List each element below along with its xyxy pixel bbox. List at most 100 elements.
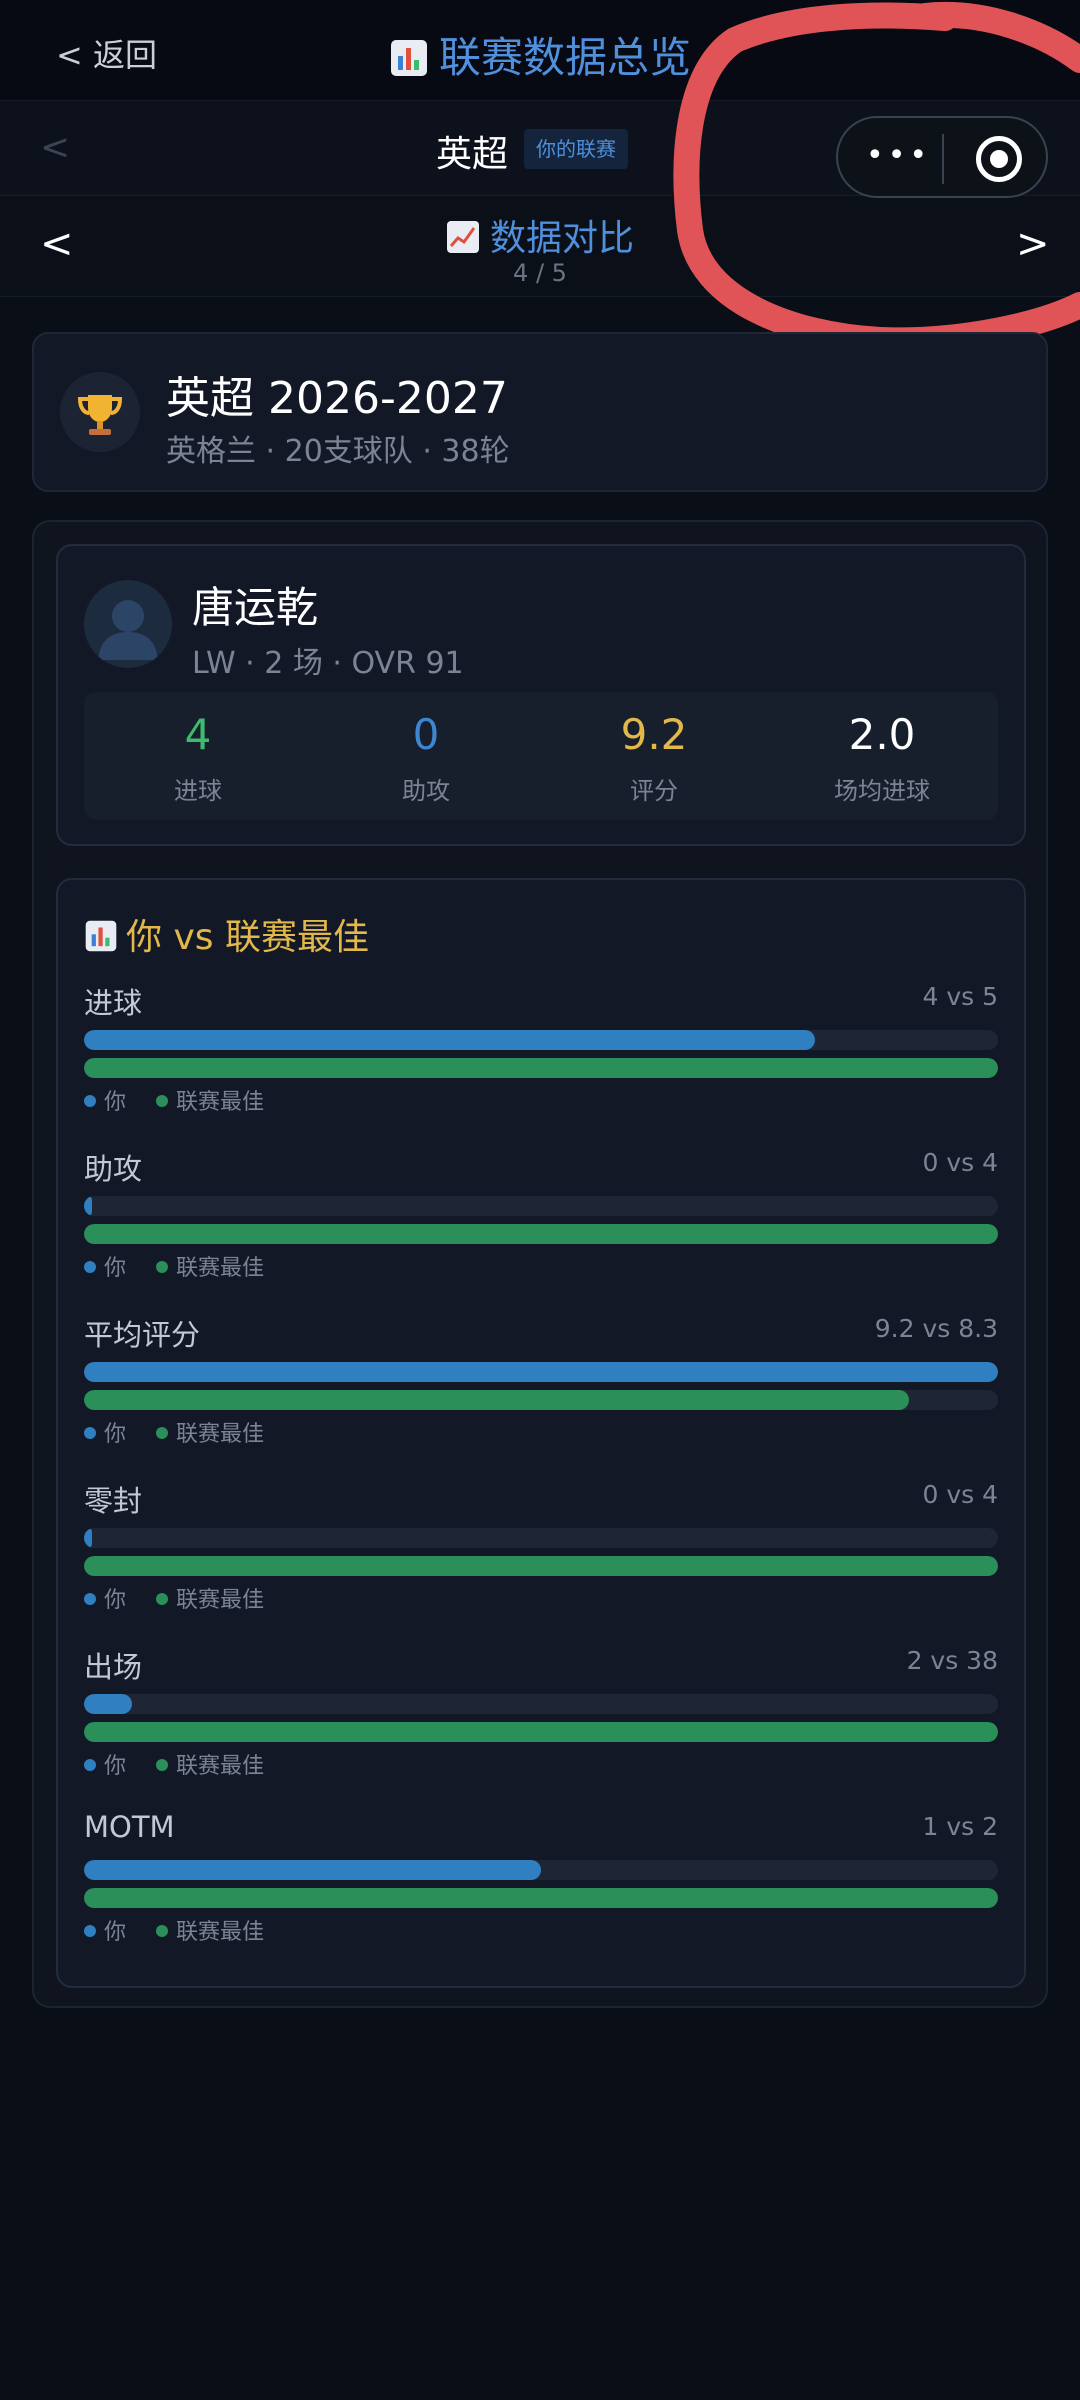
player-stats: 4 进球 0 助攻 9.2 评分 2.0 场均进球 [84, 692, 998, 820]
legend-you-text: 你 [104, 1588, 127, 1613]
legend-you-dot [84, 1593, 96, 1605]
best-bar-track [84, 1556, 998, 1576]
legend-best-dot [156, 1593, 169, 1605]
page-title: 联赛数据总览 [0, 24, 1080, 88]
metric-legend: 你 联赛最佳 [84, 1748, 294, 1780]
stat-assists: 0 助攻 [312, 710, 540, 806]
legend-best-dot [156, 1427, 169, 1439]
trend-chart-icon [446, 220, 480, 263]
you-bar-track [84, 1196, 998, 1216]
metric-label: 出场 [84, 1650, 143, 1684]
legend-you: 你 [84, 1416, 126, 1448]
stat-label: 助攻 [402, 777, 450, 805]
best-bar-track [84, 1722, 998, 1742]
legend-best: 联赛最佳 [156, 1250, 264, 1282]
legend-best-text: 联赛最佳 [176, 1920, 265, 1945]
next-section-button[interactable]: > [1016, 221, 1050, 267]
metric-row: 平均评分 9.2 vs 8.3 你 联赛最佳 [84, 1312, 998, 1472]
legend-you-dot [84, 1261, 96, 1273]
legend-you-dot [84, 1925, 96, 1937]
section-page-indicator: 4 / 5 [513, 259, 567, 287]
compare-title-text: 你 vs 联赛最佳 [126, 917, 369, 958]
legend-best-text: 联赛最佳 [176, 1422, 265, 1447]
close-target-icon[interactable] [976, 136, 1022, 182]
trophy-icon [60, 372, 140, 452]
page-title-text: 联赛数据总览 [438, 33, 691, 82]
compare-title: 你 vs 联赛最佳 [84, 908, 369, 962]
compare-card: 你 vs 联赛最佳 进球 4 vs 5 你联赛最佳 助攻 0 vs 4 你联赛最佳 平均评分… [56, 878, 1026, 1988]
metric-legend: 你 联赛最佳 [84, 1582, 294, 1614]
metric-row: MOTM 1 vs 2 你 联赛最佳 [84, 1810, 998, 1970]
metric-legend: 你 联赛最佳 [84, 1084, 294, 1116]
legend-best-dot [156, 1095, 169, 1107]
your-league-badge: 你的联赛 [524, 129, 628, 169]
you-bar-fill [84, 1860, 541, 1880]
you-bar-fill [84, 1196, 92, 1216]
you-bar-track [84, 1860, 998, 1880]
you-bar-fill [84, 1528, 92, 1548]
legend-you-text: 你 [104, 1920, 127, 1945]
best-bar-fill [84, 1888, 998, 1908]
stat-value: 0 [412, 710, 440, 759]
legend-you-text: 你 [104, 1090, 127, 1115]
section-title-text: 数据对比 [489, 218, 634, 259]
legend-best-text: 联赛最佳 [176, 1090, 265, 1115]
player-meta: LW · 2 场 · OVR 91 [192, 646, 464, 681]
bar-chart-icon [84, 919, 118, 962]
legend-you: 你 [84, 1914, 126, 1946]
league-season-subtitle: 英格兰 · 20支球队 · 38轮 [166, 434, 510, 469]
legend-best-dot [156, 1759, 169, 1771]
metric-label: MOTM [84, 1810, 175, 1844]
best-bar-track [84, 1390, 998, 1410]
legend-best-text: 联赛最佳 [176, 1588, 265, 1613]
metric-label: 零封 [84, 1484, 143, 1518]
you-bar-fill [84, 1030, 816, 1050]
you-bar-fill [84, 1694, 133, 1714]
player-name: 唐运乾 [192, 583, 319, 632]
legend-best-dot [156, 1261, 169, 1273]
best-bar-track [84, 1888, 998, 1908]
stat-value: 2.0 [848, 710, 916, 759]
legend-you-text: 你 [104, 1256, 127, 1281]
league-season-title: 英超 2026-2027 [166, 373, 508, 424]
metric-value: 9.2 vs 8.3 [874, 1314, 998, 1343]
metric-label: 助攻 [84, 1152, 143, 1186]
legend-best-dot [156, 1925, 169, 1937]
avatar [84, 580, 172, 668]
metric-label: 进球 [84, 986, 143, 1020]
metric-legend: 你 联赛最佳 [84, 1914, 294, 1946]
section-title: 数据对比 [0, 209, 1080, 263]
metric-value: 4 vs 5 [922, 982, 998, 1011]
legend-you: 你 [84, 1084, 126, 1116]
bar-chart-icon [389, 38, 429, 88]
page: < 返回 联赛数据总览 < 英超 你的联赛 > < [0, 0, 1080, 2400]
league-card[interactable]: 英超 2026-2027 英格兰 · 20支球队 · 38轮 [32, 332, 1048, 492]
player-card[interactable]: 唐运乾 LW · 2 场 · OVR 91 4 进球 0 助攻 9.2 评分 2… [56, 544, 1026, 846]
legend-you-dot [84, 1759, 96, 1771]
best-bar-fill [84, 1224, 998, 1244]
top-nav: < 返回 联赛数据总览 [0, 0, 1080, 100]
metric-value: 0 vs 4 [922, 1148, 998, 1177]
best-bar-fill [84, 1722, 998, 1742]
prev-league-button[interactable]: < [40, 127, 70, 168]
more-button[interactable]: ••• [866, 138, 931, 173]
legend-you-dot [84, 1427, 96, 1439]
legend-best: 联赛最佳 [156, 1748, 264, 1780]
metric-legend: 你 联赛最佳 [84, 1250, 294, 1282]
metric-value: 1 vs 2 [922, 1812, 998, 1841]
you-bar-fill [84, 1362, 998, 1382]
you-bar-track [84, 1030, 998, 1050]
league-name: 英超 [436, 134, 509, 175]
stat-rating: 9.2 评分 [540, 710, 768, 806]
legend-you: 你 [84, 1748, 126, 1780]
legend-best-text: 联赛最佳 [176, 1256, 265, 1281]
comparison-panel: 唐运乾 LW · 2 场 · OVR 91 4 进球 0 助攻 9.2 评分 2… [32, 520, 1048, 2008]
menu-capsule: ••• [836, 116, 1048, 198]
best-bar-fill [84, 1556, 998, 1576]
stat-goals: 4 进球 [84, 710, 312, 806]
legend-best: 联赛最佳 [156, 1914, 264, 1946]
section-header: < 数据对比 4 / 5 > [0, 197, 1080, 297]
legend-you-dot [84, 1095, 96, 1107]
you-bar-track [84, 1694, 998, 1714]
metric-value: 0 vs 4 [922, 1480, 998, 1509]
